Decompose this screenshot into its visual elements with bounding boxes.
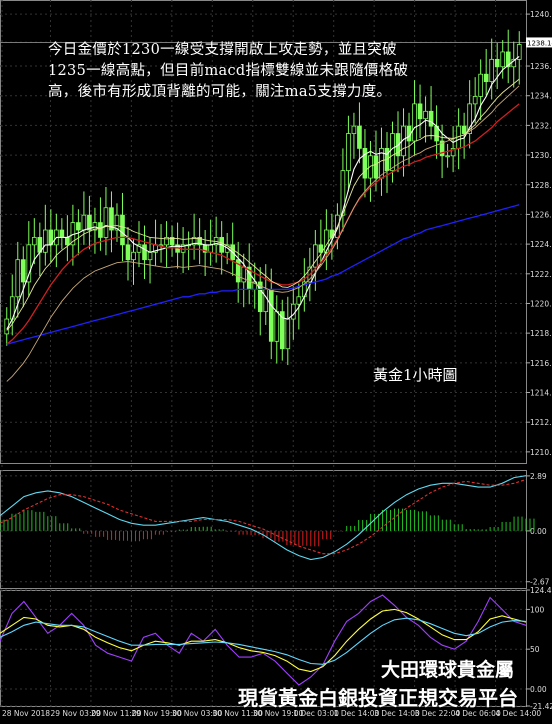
candle-body [461,125,467,134]
candle-body [208,244,213,253]
y-tick-label: 2.89 [530,472,547,481]
y-tick-label: -21.42 [530,702,552,711]
y-tick-label: 50 [530,645,540,654]
candle-body [340,170,346,216]
candle-body [500,51,506,68]
y-tick-label: 1212.55 [530,418,552,427]
macd-signal-line [0,478,527,555]
candle-body [290,303,296,320]
candle-body [20,259,26,283]
chart-caption: 黃金1小時圖 [373,366,458,384]
macd-line [0,475,527,561]
candle-body [65,237,70,246]
current-price-label: 1238.14 [527,39,552,47]
candle-body [76,222,81,231]
candle-body [478,73,483,97]
candle-body [263,288,269,313]
candle-body [346,133,351,172]
y-tick-label: 1226.55 [530,210,552,219]
analysis-annotation: 今日金價於1230一線受支撐開啟上攻走勢，並且突破1235一線高點，但目前mac… [48,42,409,100]
y-tick-label: 100 [530,605,545,614]
candle-body [147,251,153,261]
y-tick-label: 1232.55 [530,121,552,130]
y-tick-label: 1214.55 [530,389,552,398]
candle-body [43,229,48,253]
candle-body [59,229,65,238]
candle-body [412,103,417,142]
y-tick-label: 1216.55 [530,359,552,368]
candle-body [15,259,21,298]
candle-body [417,103,423,120]
candle-body [296,296,302,305]
candle-body [274,311,280,342]
candle-body [362,147,368,179]
candle-body [285,318,291,350]
chart-canvas: 28 Nov 2018 29 Nov 03:0029 Nov 11:0029 No… [0,0,552,718]
candle-body [26,244,32,283]
y-tick-label: 1230.55 [530,151,552,160]
candle-body [31,237,37,246]
candle-body [428,110,434,127]
y-tick-label: 1224.55 [530,240,552,249]
candle-body [472,96,478,105]
brand-tagline: 現貨黃金白銀投資正規交易平台 [238,686,518,710]
candle-body [142,244,147,261]
y-tick-label: 1222.55 [530,270,552,279]
candle-body [120,214,125,246]
y-tick-label: 1210.55 [530,448,552,457]
candle-body [445,155,450,158]
candle-body [494,58,500,68]
y-tick-label: 124.42 [530,586,552,595]
y-tick-label: 0.00 [530,527,547,536]
candle-body [357,125,362,149]
y-tick-label: 0.00 [530,685,547,694]
y-tick-label: 1218.55 [530,329,552,338]
candle-body [489,58,495,83]
candle-body [351,125,357,134]
candle-body [81,214,87,231]
candle-body [373,155,379,179]
y-tick-label: 1240.05 [530,10,552,19]
candle-body [390,133,395,172]
y-tick-label: 1228.55 [530,181,552,190]
gold-hourly-chart: 28 Nov 2018 29 Nov 03:00 29 Nov 11:00 29 No… [0,0,552,720]
candle-body [423,110,428,120]
candle-body [98,222,103,238]
candle-body [131,251,136,261]
candle-body [268,288,274,342]
y-tick-label: 1220.55 [530,299,552,308]
y-tick-label: 1234.55 [530,92,552,101]
candle-body [483,73,489,83]
y-tick-label: 1236.55 [530,62,552,71]
candle-body [125,244,131,261]
brand-name: 大田環球貴金屬 [380,659,514,681]
x-tick-label: 28 Nov 2018 [2,709,50,718]
candle-body [103,207,109,238]
